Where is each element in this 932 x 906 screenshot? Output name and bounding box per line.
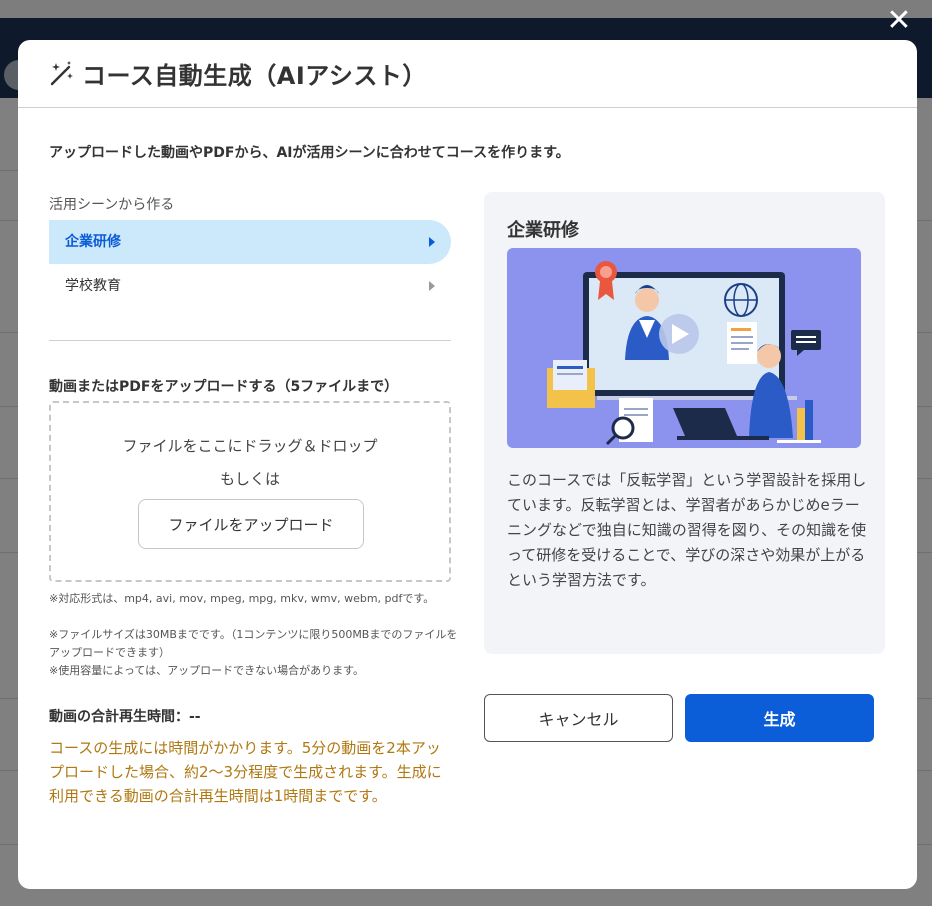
magic-wand-icon [50,61,73,86]
cancel-button[interactable]: キャンセル [484,694,673,742]
background-divider [916,220,932,221]
intro-text: アップロードした動画やPDFから、AIが活用シーンに合わせてコースを作ります。 [49,145,570,161]
background-divider [916,332,932,333]
scene-item-label: 学校教育 [65,278,121,294]
background-divider [916,406,932,407]
scene-item-corporate-training[interactable]: 企業研修 [49,220,451,264]
capacity-note: ※使用容量によっては、アップロードできない場合があります。 [49,664,365,677]
modal-title: コース自動生成（AIアシスト） [82,62,427,90]
background-divider [0,552,18,553]
background-divider [0,220,18,221]
course-generate-modal: コース自動生成（AIアシスト） アップロードした動画やPDFから、AIが活用シー… [18,40,917,889]
scene-description-panel: 企業研修 このコースでは「反転学習」という学習設計を採用しています。反転学習とは… [484,192,885,654]
scene-item-label: 企業研修 [65,234,121,250]
chevron-right-icon [429,281,435,291]
dropzone-drag-text: ファイルをここにドラッグ＆ドロップ [122,437,378,455]
upload-file-button[interactable]: ファイルをアップロード [138,499,364,549]
section-divider [49,340,451,341]
dropzone-or-text: もしくは [219,470,280,488]
modal-header: コース自動生成（AIアシスト） [18,40,917,108]
generation-warning: コースの生成には時間がかかります。5分の動画を2本アップロードした場合、約2〜3… [49,739,442,805]
background-divider [0,844,18,845]
close-icon[interactable]: ✕ [884,6,914,36]
background-divider [916,478,932,479]
scene-section-label: 活用シーンから作る [49,197,175,213]
format-note: ※対応形式は、mp4, avi, mov, mpeg, mpg, mkv, wm… [49,592,435,605]
total-duration: 動画の合計再生時間：-- [49,709,201,725]
background-divider [916,552,932,553]
chevron-right-icon [429,237,435,247]
background-divider [916,770,932,771]
background-divider [0,478,18,479]
generate-button[interactable]: 生成 [685,694,874,742]
panel-description: このコースでは「反転学習」という学習設計を採用しています。反転学習とは、学習者が… [507,471,867,589]
background-divider [0,332,18,333]
panel-title: 企業研修 [507,220,579,241]
background-divider [916,844,932,845]
background-divider [0,170,18,171]
background-divider [0,406,18,407]
scene-item-school-education[interactable]: 学校教育 [49,264,451,308]
upload-section-title: 動画またはPDFをアップロードする（5ファイルまで） [49,379,399,395]
background-divider [0,770,18,771]
file-dropzone[interactable]: ファイルをここにドラッグ＆ドロップ もしくは ファイルをアップロード [49,401,451,582]
filesize-note: ※ファイルサイズは30MBまでです。（1コンテンツに限り500MBまでのファイル… [49,628,458,659]
corporate-training-illustration [507,248,861,448]
background-divider [916,698,932,699]
background-divider [0,698,18,699]
